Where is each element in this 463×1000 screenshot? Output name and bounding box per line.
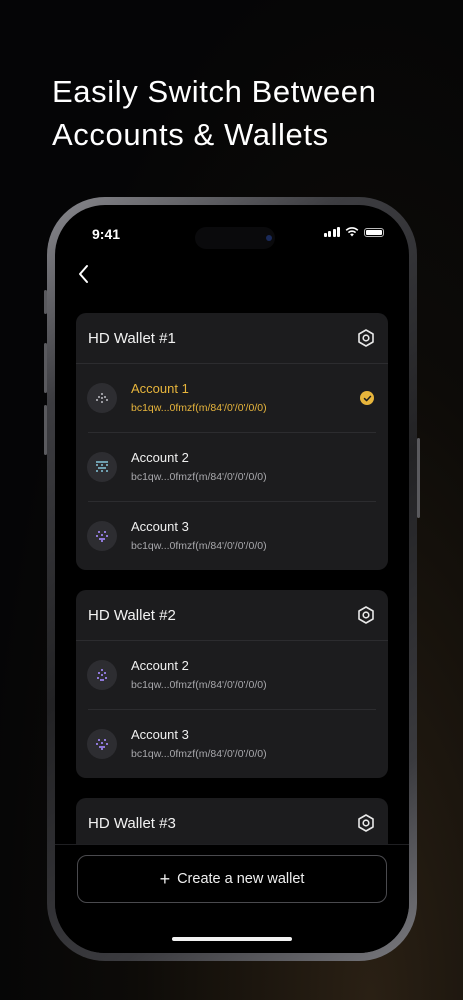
account-address: bc1qw...0fmzf(m/84'/0'/0'/0/0)	[131, 540, 267, 552]
account-row[interactable]: Account 3 bc1qw...0fmzf(m/84'/0'/0'/0/0)	[87, 709, 376, 778]
account-name: Account 3	[131, 519, 189, 534]
account-row[interactable]: Account 2 bc1qw...0fmzf(m/84'/0'/0'/0/0)	[87, 641, 376, 709]
wallet-card-header: HD Wallet #2	[76, 590, 388, 641]
account-row[interactable]: Account 2 bc1qw...0fmzf(m/84'/0'/0'/0/0)	[87, 432, 376, 501]
account-name: Account 2	[131, 658, 189, 673]
account-name: Account 3	[131, 727, 189, 742]
wallet-name: HD Wallet #3	[88, 814, 176, 832]
account-avatar	[87, 452, 117, 482]
wallet-name: HD Wallet #1	[88, 329, 176, 347]
bottom-action-bar: + Create a new wallet	[55, 844, 409, 953]
wifi-icon	[345, 227, 359, 237]
mute-switch	[44, 290, 47, 314]
headline: Easily Switch Between Accounts & Wallets	[52, 74, 377, 152]
account-avatar	[87, 383, 117, 413]
status-bar: 9:41	[55, 205, 409, 257]
dynamic-island	[195, 227, 275, 249]
account-avatar	[87, 729, 117, 759]
plus-icon: +	[159, 869, 171, 889]
wallet-settings-icon[interactable]	[356, 605, 376, 625]
wallet-card-header: HD Wallet #3	[76, 798, 388, 849]
account-address: bc1qw...0fmzf(m/84'/0'/0'/0/0)	[131, 679, 267, 691]
phone-screen: 9:41 HD Wallet #1 Account 1 bc1qw...0fmz…	[55, 205, 409, 953]
volume-up-button	[44, 343, 47, 393]
account-address: bc1qw...0fmzf(m/84'/0'/0'/0/0)	[131, 748, 267, 760]
wallet-card-header: HD Wallet #1	[76, 313, 388, 364]
promo-stage: Easily Switch Between Accounts & Wallets…	[0, 0, 463, 1000]
chevron-left-icon	[79, 265, 88, 283]
account-address: bc1qw...0fmzf(m/84'/0'/0'/0/0)	[131, 402, 267, 414]
account-row[interactable]: Account 1 bc1qw...0fmzf(m/84'/0'/0'/0/0)	[87, 364, 376, 432]
selected-check-icon	[360, 391, 374, 405]
cellular-signal-icon	[323, 227, 340, 237]
camera-dot	[266, 235, 272, 241]
wallet-settings-icon[interactable]	[356, 813, 376, 833]
power-button	[417, 438, 420, 518]
status-icons	[323, 227, 384, 237]
account-avatar	[87, 521, 117, 551]
status-time: 9:41	[92, 226, 121, 242]
account-row[interactable]: Account 3 bc1qw...0fmzf(m/84'/0'/0'/0/0)	[87, 501, 376, 570]
battery-icon	[364, 227, 384, 237]
volume-down-button	[44, 405, 47, 455]
wallet-card-2: HD Wallet #2 Account 2 bc1qw...0fmzf(m/8…	[76, 590, 388, 778]
wallet-settings-icon[interactable]	[356, 328, 376, 348]
create-wallet-button[interactable]: + Create a new wallet	[77, 855, 387, 903]
account-name: Account 2	[131, 450, 189, 465]
back-button[interactable]	[75, 263, 95, 285]
wallet-card-1: HD Wallet #1 Account 1 bc1qw...0fmzf(m/8…	[76, 313, 388, 570]
account-name: Account 1	[131, 381, 189, 396]
wallet-name: HD Wallet #2	[88, 606, 176, 624]
account-address: bc1qw...0fmzf(m/84'/0'/0'/0/0)	[131, 471, 267, 483]
home-indicator[interactable]	[172, 937, 292, 941]
account-avatar	[87, 660, 117, 690]
create-wallet-label: Create a new wallet	[177, 871, 305, 887]
